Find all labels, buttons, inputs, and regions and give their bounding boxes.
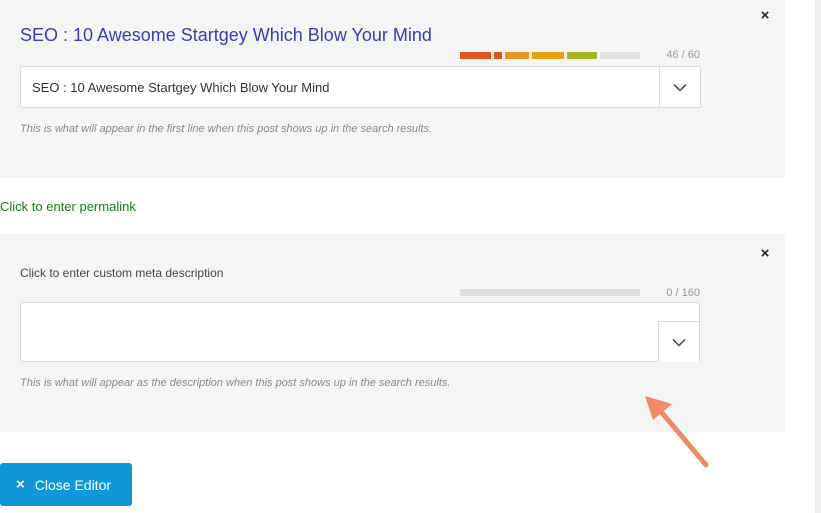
title-char-counter: 46 / 60 (666, 49, 700, 61)
meter-segment (460, 52, 492, 59)
permalink-link[interactable]: Click to enter permalink (0, 199, 136, 214)
description-variables-dropdown-button[interactable] (658, 321, 699, 362)
meta-description-label[interactable]: Click to enter custom meta description (20, 266, 223, 280)
description-char-counter: 0 / 160 (666, 287, 700, 299)
meter-segment (505, 52, 529, 59)
meter-segment (567, 52, 597, 59)
meter-segment (599, 52, 640, 59)
seo-title-field[interactable]: SEO : 10 Awesome Startgey Which Blow You… (20, 66, 701, 108)
meta-description-hint: This is what will appear as the descript… (20, 377, 451, 389)
description-length-meter (460, 289, 640, 296)
close-icon: × (16, 476, 25, 493)
title-length-meter (460, 52, 640, 59)
seo-title-panel: SEO : 10 Awesome Startgey Which Blow You… (0, 0, 785, 178)
seo-title-preview[interactable]: SEO : 10 Awesome Startgey Which Blow You… (20, 25, 432, 46)
close-editor-label: Close Editor (34, 476, 112, 493)
scrollbar-track[interactable] (815, 0, 821, 513)
seo-title-input-value[interactable]: SEO : 10 Awesome Startgey Which Blow You… (32, 80, 329, 95)
title-variables-dropdown-button[interactable] (659, 67, 700, 107)
chevron-down-icon (672, 338, 686, 347)
close-icon[interactable]: × (758, 8, 772, 23)
meta-description-field[interactable] (20, 302, 700, 362)
chevron-down-icon (673, 83, 687, 92)
close-editor-button[interactable]: × Close Editor (0, 463, 132, 506)
close-icon[interactable]: × (758, 246, 772, 261)
seo-title-hint: This is what will appear in the first li… (20, 123, 433, 135)
meter-segment (494, 52, 503, 59)
meter-segment (531, 52, 565, 59)
meta-description-panel: Click to enter custom meta description ×… (0, 234, 785, 432)
